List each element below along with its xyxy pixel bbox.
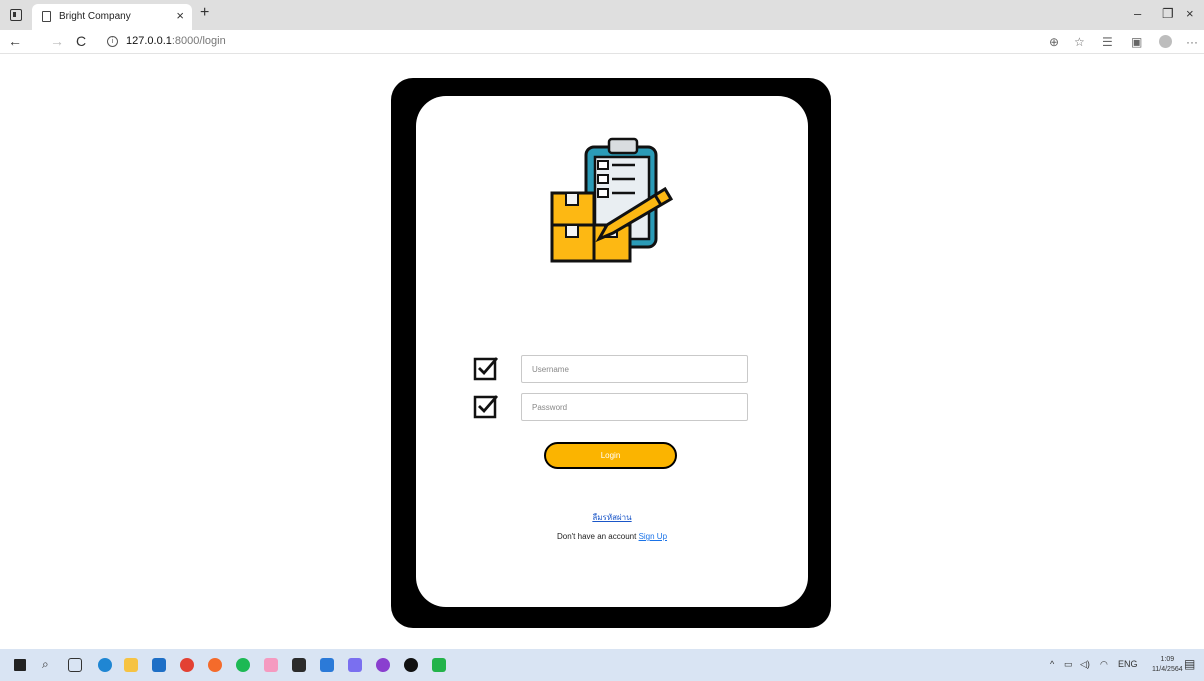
spotify-icon[interactable]: [236, 658, 250, 672]
tab-title: Bright Company: [59, 11, 131, 22]
login-button[interactable]: Login: [544, 442, 677, 469]
url-path: :8000/login: [171, 35, 226, 47]
clock-time: 1:09: [1160, 656, 1175, 663]
signup-link[interactable]: Sign Up: [639, 532, 667, 541]
checkbox-checked-icon: [473, 395, 499, 419]
search-icon[interactable]: ⌕: [42, 657, 49, 672]
zoom-icon[interactable]: ⊕: [1049, 35, 1059, 49]
app-icon[interactable]: [264, 658, 278, 672]
password-input[interactable]: [521, 393, 748, 421]
forgot-password-link[interactable]: ลืมรหัสผ่าน: [416, 511, 808, 524]
url-host: 127.0.0.1: [126, 35, 172, 47]
tab-bar: Bright Company × + – ❐ ×: [0, 0, 1204, 30]
no-account-text: Don't have an account: [556, 532, 637, 541]
back-button[interactable]: ←: [8, 33, 22, 49]
app-icon[interactable]: [348, 658, 362, 672]
more-menu-icon[interactable]: ···: [1186, 35, 1198, 49]
checkbox-checked-icon: [473, 357, 499, 381]
profile-avatar[interactable]: [1159, 35, 1172, 48]
volume-icon[interactable]: ◁): [1080, 659, 1090, 670]
refresh-button[interactable]: C: [76, 33, 86, 49]
page-icon: [42, 11, 51, 22]
favorites-icon[interactable]: ☰: [1102, 35, 1113, 49]
tray-chevron-up-icon[interactable]: ^: [1050, 659, 1054, 669]
language-indicator[interactable]: ENG: [1118, 659, 1138, 669]
address-bar: ← → C i 127.0.0.1:8000/login ⊕ ☆ ☰ ▣ ···: [0, 30, 1204, 54]
task-view-icon[interactable]: [68, 658, 82, 672]
tab-actions-icon[interactable]: [10, 9, 22, 21]
windows-start-icon[interactable]: [14, 659, 26, 671]
clipboard-boxes-logo-icon: [550, 137, 674, 263]
line-icon[interactable]: [432, 658, 446, 672]
close-window-button[interactable]: ×: [1186, 6, 1194, 21]
clock-date: 11/4/2564: [1152, 666, 1183, 673]
firefox-icon[interactable]: [208, 658, 222, 672]
new-tab-button[interactable]: +: [200, 4, 209, 22]
vscode-icon[interactable]: [320, 658, 334, 672]
notifications-icon[interactable]: ▤: [1184, 657, 1195, 671]
forward-button[interactable]: →: [50, 33, 64, 49]
edge-icon[interactable]: [98, 658, 112, 672]
network-icon[interactable]: ▭: [1064, 659, 1073, 670]
wifi-icon[interactable]: ◠: [1100, 659, 1108, 670]
minimize-button[interactable]: –: [1134, 6, 1141, 21]
file-explorer-icon[interactable]: [124, 658, 138, 672]
site-info-icon[interactable]: i: [107, 36, 118, 47]
tab-close-icon[interactable]: ×: [176, 8, 184, 23]
url-field[interactable]: 127.0.0.1:8000/login: [126, 35, 226, 47]
maximize-button[interactable]: ❐: [1162, 6, 1174, 22]
github-icon[interactable]: [404, 658, 418, 672]
signup-prompt: Don't have an account Sign Up: [416, 532, 808, 541]
collections-icon[interactable]: ▣: [1131, 35, 1142, 49]
windows-taskbar: ⌕ ^ ▭ ◁) ◠ ENG 1:09 11/4/2564 ▤: [0, 649, 1204, 681]
tab-bright-company[interactable]: Bright Company ×: [32, 4, 192, 30]
chrome-icon[interactable]: [180, 658, 194, 672]
username-input[interactable]: [521, 355, 748, 383]
store-icon[interactable]: [152, 658, 166, 672]
app-icon[interactable]: [376, 658, 390, 672]
clock[interactable]: 1:09 11/4/2564: [1152, 655, 1183, 675]
favorite-add-icon[interactable]: ☆: [1074, 35, 1085, 49]
terminal-icon[interactable]: [292, 658, 306, 672]
